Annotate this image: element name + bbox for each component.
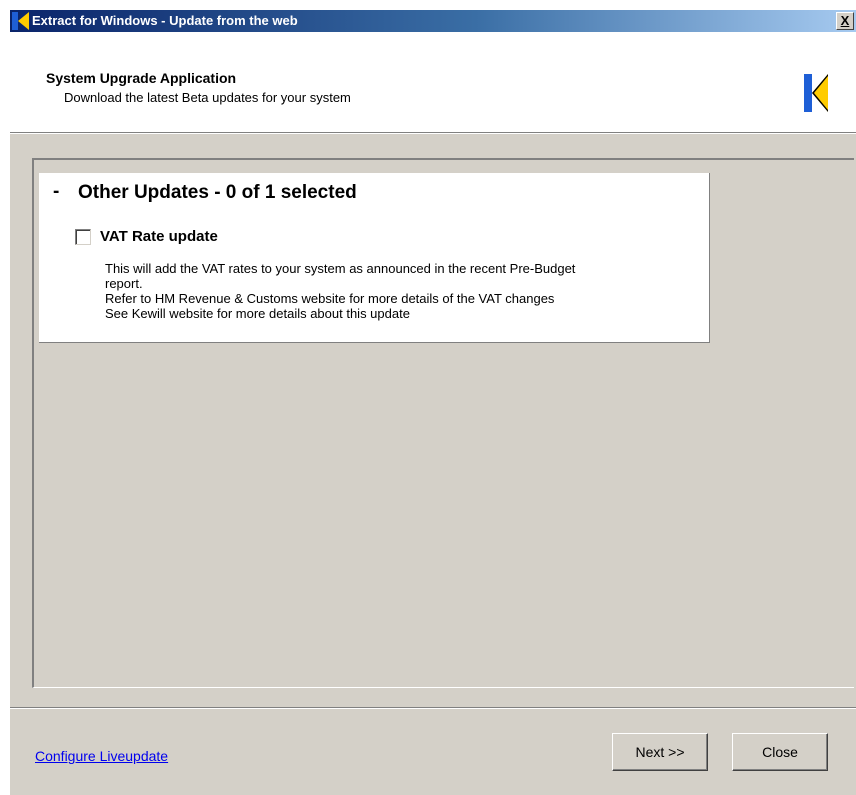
configure-liveupdate-link[interactable]: Configure Liveupdate <box>35 748 168 764</box>
page-title: System Upgrade Application <box>46 70 237 86</box>
update-item-description: This will add the VAT rates to your syst… <box>105 261 705 321</box>
description-line: Refer to HM Revenue & Customs website fo… <box>105 291 555 306</box>
header: System Upgrade Application Download the … <box>10 32 856 132</box>
description-line: See Kewill website for more details abou… <box>105 306 410 321</box>
title-bar[interactable]: Extract for Windows - Update from the we… <box>10 10 856 32</box>
group-collapse-toggle[interactable]: - <box>53 181 59 203</box>
page-subtitle: Download the latest Beta updates for you… <box>64 90 351 105</box>
updates-panel: - Other Updates - 0 of 1 selected VAT Ra… <box>32 158 854 688</box>
description-line: This will add the VAT rates to your syst… <box>105 261 576 276</box>
kewill-logo-icon <box>12 12 29 30</box>
update-group: - Other Updates - 0 of 1 selected VAT Ra… <box>39 173 710 343</box>
update-window: Extract for Windows - Update from the we… <box>10 10 856 795</box>
close-button[interactable]: Close <box>732 733 828 771</box>
description-line: report. <box>105 276 143 291</box>
vat-rate-update-checkbox[interactable] <box>75 229 91 245</box>
footer-separator <box>10 707 856 709</box>
kewill-logo-icon <box>804 74 828 112</box>
close-window-button[interactable]: X <box>836 12 854 30</box>
group-title: Other Updates - 0 of 1 selected <box>78 182 357 203</box>
update-item-label[interactable]: VAT Rate update <box>100 228 218 245</box>
next-button[interactable]: Next >> <box>612 733 708 771</box>
window-title: Extract for Windows - Update from the we… <box>32 13 298 28</box>
header-separator <box>10 132 856 134</box>
